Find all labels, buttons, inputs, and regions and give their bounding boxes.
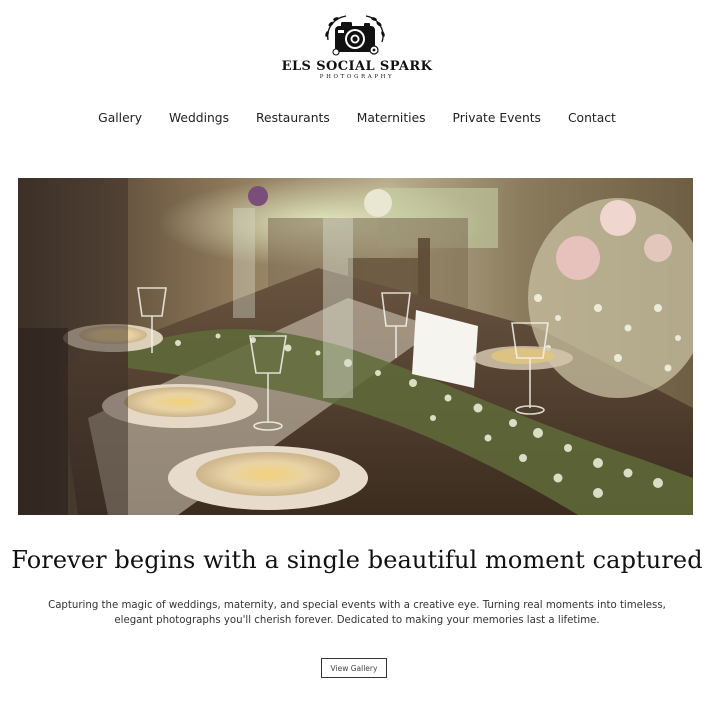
nav-item-gallery[interactable]: Gallery bbox=[98, 108, 142, 128]
wedding-table-photo bbox=[18, 178, 693, 515]
page-headline: Forever begins with a single beautiful m… bbox=[11, 546, 703, 574]
nav-item-maternities[interactable]: Maternities bbox=[357, 108, 426, 128]
nav-item-contact[interactable]: Contact bbox=[568, 108, 616, 128]
nav-item-restaurants[interactable]: Restaurants bbox=[256, 108, 330, 128]
camera-icon bbox=[325, 15, 385, 56]
nav-item-private-events[interactable]: Private Events bbox=[453, 108, 541, 128]
hero-image bbox=[18, 178, 693, 515]
brand-logo[interactable]: ELS SOCIAL SPARK PHOTOGRAPHY bbox=[0, 10, 714, 85]
page-tagline: Capturing the magic of weddings, materni… bbox=[48, 600, 666, 626]
main-nav: Gallery Weddings Restaurants Maternities… bbox=[0, 108, 714, 128]
brand-name: ELS SOCIAL SPARK bbox=[281, 59, 433, 74]
brand-subtitle: PHOTOGRAPHY bbox=[319, 74, 395, 80]
nav-item-weddings[interactable]: Weddings bbox=[169, 108, 229, 128]
view-gallery-button[interactable]: View Gallery bbox=[321, 658, 387, 678]
